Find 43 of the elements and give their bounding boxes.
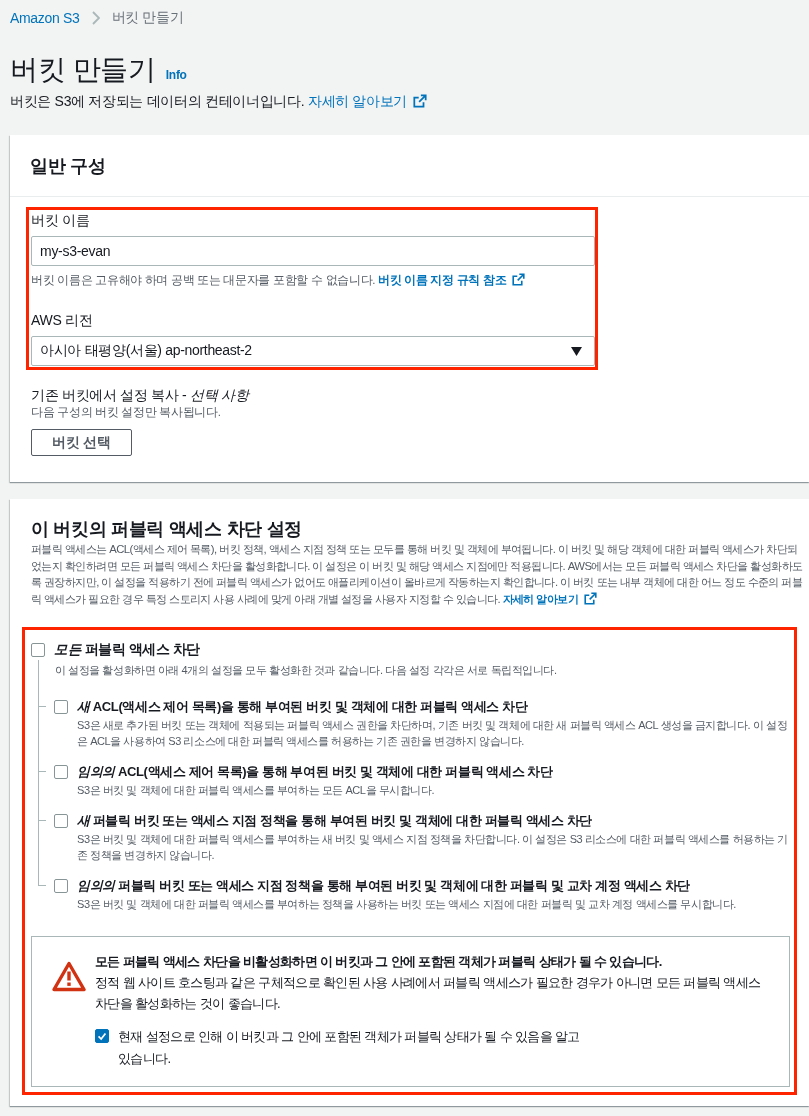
- breadcrumb-current: 버킷 만들기: [111, 8, 184, 27]
- learn-more-link[interactable]: 자세히 알아보기: [307, 93, 428, 109]
- checkbox[interactable]: [54, 700, 68, 714]
- field-hint: 버킷 이름은 고유해야 하며 공백 또는 대문자를 포함할 수 없습니다. 버킷 이름 지정 규칙 참조: [31, 272, 595, 288]
- page-description: 버킷은 S3에 저장되는 데이터의 컨테이너입니다. 자세히 알아보기: [10, 91, 809, 111]
- section-title: 일반 구성: [30, 154, 106, 178]
- page-title: 버킷 만들기: [10, 53, 156, 87]
- breadcrumb-link[interactable]: Amazon S3: [10, 9, 80, 26]
- external-link-icon: [584, 591, 598, 605]
- field-label: 버킷 이름: [31, 211, 91, 230]
- section-title: 이 버킷의 퍼블릭 액세스 차단 설정: [30, 518, 303, 541]
- external-link-icon: [413, 94, 428, 108]
- option-description: S3은 버킷 및 객체에 대한 퍼블릭 액세스를 부여하는 새 버킷 및 액세스 지점 정책을 차단합니다. 이 설정은 S3 리소스에 대한 퍼블릭 액세스를 허용하는 기존 정책을 변경하지 않습니다.: [76, 832, 789, 863]
- option-description: S3은 버킷 및 객체에 대한 퍼블릭 액세스를 부여하는 모든 ACL을 무시합니다.: [76, 783, 436, 798]
- checkbox-label: 새 ACL(액세스 제어 목록)을 통해 부여된 버킷 및 객체에 대한 퍼블릭 액세스 차단: [77, 698, 528, 716]
- warning-icon: [52, 961, 86, 992]
- bucket-name-input[interactable]: my-s3-evan: [31, 236, 595, 266]
- chevron-right-icon: [91, 10, 100, 25]
- external-link-icon: [512, 273, 526, 286]
- naming-rules-link[interactable]: 버킷 이름 지정 규칙 참조: [378, 274, 526, 286]
- warning-title: 모든 퍼블릭 액세스 차단을 비활성화하면 이 버킷과 그 안에 포함된 객체가 퍼블릭 상태가 될 수 있습니다.: [95, 953, 663, 971]
- checkbox[interactable]: [31, 643, 45, 657]
- choose-bucket-button[interactable]: 버킷 선택: [31, 429, 132, 456]
- checkbox[interactable]: [54, 814, 68, 828]
- field-description: 다음 구성의 버킷 설정만 복사됩니다.: [31, 405, 222, 419]
- caret-down-icon: [571, 346, 582, 356]
- checkbox[interactable]: [54, 879, 68, 893]
- field-label: 기존 버킷에서 설정 복사 - 선택 사항: [31, 386, 251, 405]
- checkbox-label: 임의의 퍼블릭 버킷 또는 액세스 지점 정책을 통해 부여된 버킷 및 객체에 대한 퍼블릭 및 교차 계정 액세스 차단: [77, 877, 690, 895]
- section-description: 퍼블릭 액세스는 ACL(액세스 제어 목록), 버킷 정책, 액세스 지점 정책 또는 모두를 통해 버킷 및 객체에 부여됩니다. 이 버킷 및 해당 객체에 대한 퍼블릭 액세스가 차단되었는지 확인하려면 모든 퍼블릭 액세스 차단을 활성화합니다. 이 설정은 이 버킷 및 해당 액세스 지점에만 적용됩니다. AWS에서는 모든 퍼블릭 액세스 차단을 활성화하도록 권장하지만, 이 설정을 적용하기 전에 퍼블릭 액세스가 없어도 애플리케이션이 올바르게 작동하는지 확인합니다. 이 버킷 또는 내부 객체에 대한 어느 정도 수준의 퍼블릭 액세스가 필요한 경우 특정 스토리지 사용 사례에 맞게 아래 개별 설정을 사용자 지정할 수 있습니다. 자세히 알아보기: [30, 542, 803, 607]
- info-link[interactable]: Info: [165, 68, 187, 82]
- region-select[interactable]: 아시아 태평양(서울) ap-northeast-2: [31, 336, 595, 366]
- warning-message: 정적 웹 사이트 호스팅과 같은 구체적으로 확인된 사용 사례에서 퍼블릭 액세스가 필요한 경우가 아니면 모든 퍼블릭 액세스 차단을 활성화하는 것이 좋습니다.: [95, 974, 762, 1013]
- checkbox-label: 모든 퍼블릭 액세스 차단: [54, 641, 200, 659]
- checkbox-label: 임의의 ACL(액세스 제어 목록)을 통해 부여된 버킷 및 객체에 대한 퍼블릭 액세스 차단: [77, 763, 553, 781]
- checkbox-label: 새 퍼블릭 버킷 또는 액세스 지점 정책을 통해 부여된 버킷 및 객체에 대한 퍼블릭 액세스 차단: [77, 812, 592, 830]
- checkbox-label: 현재 설정으로 인해 이 버킷과 그 안에 포함된 객체가 퍼블릭 상태가 될 수 있음을 알고 있습니다.: [118, 1028, 581, 1068]
- learn-more-link[interactable]: 자세히 알아보기: [502, 592, 598, 605]
- option-description: S3은 새로 추가된 버킷 또는 객체에 적용되는 퍼블릭 액세스 권한을 차단하며, 기존 버킷 및 객체에 대한 새 퍼블릭 액세스 ACL 생성을 금지합니다. 이 설정은 ACL을 사용하여 S3 리소스에 대한 퍼블릭 액세스를 허용하는 기존 권한을 변경하지 않습니다.: [76, 718, 789, 749]
- checkbox[interactable]: [95, 1029, 109, 1043]
- option-description: S3은 버킷 및 객체에 대한 퍼블릭 액세스를 부여하는 정책을 사용하는 버킷 또는 액세스 지점에 대한 퍼블릭 및 교차 계정 액세스를 무시합니다.: [76, 897, 737, 912]
- checkbox[interactable]: [54, 765, 68, 779]
- field-label: AWS 리전: [31, 311, 94, 330]
